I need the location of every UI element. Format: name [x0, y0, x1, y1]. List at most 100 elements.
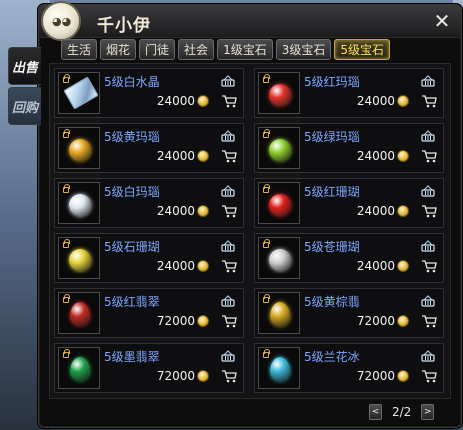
item-slot[interactable]	[58, 237, 100, 279]
red-coral-icon	[269, 194, 291, 216]
basket-icon[interactable]	[421, 185, 435, 197]
coin-icon	[397, 205, 409, 217]
tab-life[interactable]: 生活	[61, 39, 98, 60]
tab-gem-level-1[interactable]: 1级宝石	[217, 39, 273, 60]
item-name: 5级墨翡翠	[104, 350, 160, 364]
coin-icon	[197, 205, 209, 217]
tab-gem-level-5[interactable]: 5级宝石	[334, 39, 390, 60]
cart-icon[interactable]	[421, 150, 437, 163]
cart-icon[interactable]	[421, 315, 437, 328]
shop-item[interactable]: 5级红珊瑚 24000	[254, 178, 444, 228]
shop-item[interactable]: 5级苍珊瑚 24000	[254, 233, 444, 283]
item-name: 5级黄棕翡	[304, 295, 360, 309]
item-slot[interactable]	[258, 182, 300, 224]
basket-icon[interactable]	[221, 240, 235, 252]
item-slot[interactable]	[258, 347, 300, 389]
item-price: 24000	[356, 204, 395, 218]
basket-icon[interactable]	[221, 350, 235, 362]
basket-icon[interactable]	[221, 185, 235, 197]
cart-icon[interactable]	[421, 260, 437, 273]
shop-item[interactable]: 5级黄玛瑙 24000	[54, 123, 244, 173]
cart-icon[interactable]	[421, 370, 437, 383]
basket-icon[interactable]	[421, 240, 435, 252]
item-price: 24000	[156, 259, 195, 273]
tab-gem-level-3[interactable]: 3级宝石	[275, 39, 332, 60]
item-price: 24000	[156, 94, 195, 108]
coin-icon	[197, 370, 209, 382]
cart-icon[interactable]	[421, 205, 437, 218]
item-price: 72000	[356, 314, 395, 328]
shop-item[interactable]: 5级红玛瑙 24000	[254, 68, 444, 118]
category-tabs: 生活 烟花 门徒 社会 1级宝石 3级宝石 5级宝石	[61, 39, 390, 60]
item-slot[interactable]	[58, 72, 100, 114]
coin-icon	[397, 315, 409, 327]
pagination: < 2/2 >	[369, 403, 435, 421]
coin-icon	[197, 260, 209, 272]
cart-icon[interactable]	[221, 150, 237, 163]
lock-icon	[263, 129, 270, 138]
gray-coral-icon	[269, 249, 291, 271]
window-title: 千小伊	[97, 16, 151, 36]
cart-icon[interactable]	[221, 315, 237, 328]
lock-icon	[63, 74, 70, 83]
item-name: 5级白水晶	[104, 75, 160, 89]
cart-icon[interactable]	[221, 370, 237, 383]
red-jade-icon	[70, 302, 90, 326]
item-slot[interactable]	[58, 347, 100, 389]
basket-icon[interactable]	[221, 75, 235, 87]
lock-icon	[263, 74, 270, 83]
ink-jade-icon	[70, 357, 90, 381]
prev-page-button[interactable]: <	[369, 404, 382, 420]
next-page-button[interactable]: >	[421, 404, 435, 420]
side-tab-buyback[interactable]: 回购	[8, 87, 41, 125]
shop-item[interactable]: 5级红翡翠 72000	[54, 288, 244, 338]
shop-item[interactable]: 5级墨翡翠 72000	[54, 343, 244, 393]
item-slot[interactable]	[58, 127, 100, 169]
shop-item[interactable]: 5级白水晶 24000	[54, 68, 244, 118]
shop-item[interactable]: 5级石珊瑚 24000	[54, 233, 244, 283]
cart-icon[interactable]	[221, 205, 237, 218]
item-name: 5级白玛瑙	[104, 185, 160, 199]
tab-fireworks[interactable]: 烟花	[100, 39, 137, 60]
coin-icon	[197, 315, 209, 327]
lock-icon	[63, 239, 70, 248]
item-slot[interactable]	[58, 182, 100, 224]
basket-icon[interactable]	[221, 295, 235, 307]
item-name: 5级兰花冰	[304, 350, 360, 364]
shop-item[interactable]: 5级绿玛瑙 24000	[254, 123, 444, 173]
title-bar[interactable]: ◕◕ 千小伊 ✕	[39, 1, 461, 41]
cart-icon[interactable]	[421, 95, 437, 108]
shop-item[interactable]: 5级兰花冰 72000	[254, 343, 444, 393]
basket-icon[interactable]	[421, 75, 435, 87]
lock-icon	[263, 349, 270, 358]
lock-icon	[63, 129, 70, 138]
lock-icon	[63, 184, 70, 193]
yellow-jade-icon	[270, 302, 290, 326]
basket-icon[interactable]	[421, 130, 435, 142]
basket-icon[interactable]	[421, 350, 435, 362]
item-slot[interactable]	[258, 72, 300, 114]
side-tab-sell[interactable]: 出售	[8, 47, 41, 85]
shop-item[interactable]: 5级白玛瑙 24000	[54, 178, 244, 228]
item-slot[interactable]	[258, 127, 300, 169]
item-slot[interactable]	[58, 292, 100, 334]
item-name: 5级绿玛瑙	[304, 130, 360, 144]
item-list-panel: 5级白水晶 24000 5级红玛瑙 24000 5级黄玛瑙 24000 5级绿玛瑙 24000…	[49, 63, 451, 399]
item-name: 5级石珊瑚	[104, 240, 160, 254]
shop-window: ◕◕ 千小伊 ✕ 出售 回购 生活 烟花 门徒 社会 1级宝石 3级宝石 5级宝…	[8, 1, 462, 428]
tab-society[interactable]: 社会	[178, 39, 215, 60]
item-slot[interactable]	[258, 292, 300, 334]
close-button[interactable]: ✕	[431, 10, 453, 32]
cart-icon[interactable]	[221, 260, 237, 273]
coin-icon	[397, 370, 409, 382]
shop-item[interactable]: 5级黄棕翡 72000	[254, 288, 444, 338]
tab-disciples[interactable]: 门徒	[139, 39, 176, 60]
red-agate-icon	[269, 84, 291, 106]
item-slot[interactable]	[258, 237, 300, 279]
basket-icon[interactable]	[221, 130, 235, 142]
coin-icon	[197, 150, 209, 162]
cart-icon[interactable]	[221, 95, 237, 108]
item-name: 5级苍珊瑚	[304, 240, 360, 254]
basket-icon[interactable]	[421, 295, 435, 307]
item-price: 24000	[156, 149, 195, 163]
